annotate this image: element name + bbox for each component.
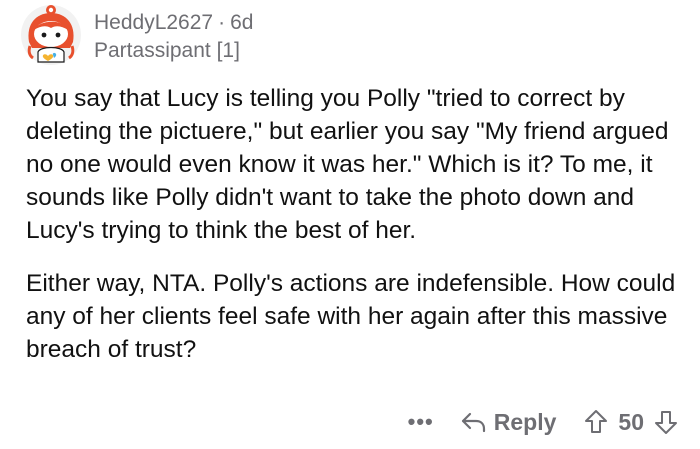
meta-separator: · xyxy=(218,11,226,34)
reply-button[interactable]: Reply xyxy=(460,408,557,436)
downvote-button[interactable] xyxy=(654,409,678,435)
upvote-button[interactable] xyxy=(584,409,608,435)
author-username[interactable]: HeddyL2627 xyxy=(94,11,213,34)
comment-actions: ••• Reply 50 xyxy=(408,402,678,442)
more-options-icon[interactable]: ••• xyxy=(408,409,434,435)
reply-arrow-icon xyxy=(461,412,485,433)
downvote-arrow-icon xyxy=(655,411,677,434)
vote-controls: 50 xyxy=(584,409,678,436)
comment-paragraph-1: You say that Lucy is telling you Polly "… xyxy=(26,85,669,244)
snoo-avatar-icon xyxy=(21,5,81,65)
vote-score: 50 xyxy=(618,408,644,435)
reply-label: Reply xyxy=(493,408,557,435)
user-flair: Partassipant [1] xyxy=(94,39,240,62)
meta-line: HeddyL2627 · 6d xyxy=(94,10,253,36)
comment-body: You say that Lucy is telling you Polly "… xyxy=(26,82,686,386)
comment: HeddyL2627 · 6d Partassipant [1] You say t… xyxy=(0,0,700,449)
author-block: HeddyL2627 · 6d Partassipant [1] xyxy=(94,10,253,64)
upvote-arrow-icon xyxy=(585,410,608,433)
comment-age: 6d xyxy=(230,11,254,34)
comment-paragraph-2: Either way, NTA. Polly's actions are ind… xyxy=(26,270,676,363)
avatar[interactable] xyxy=(20,4,82,66)
